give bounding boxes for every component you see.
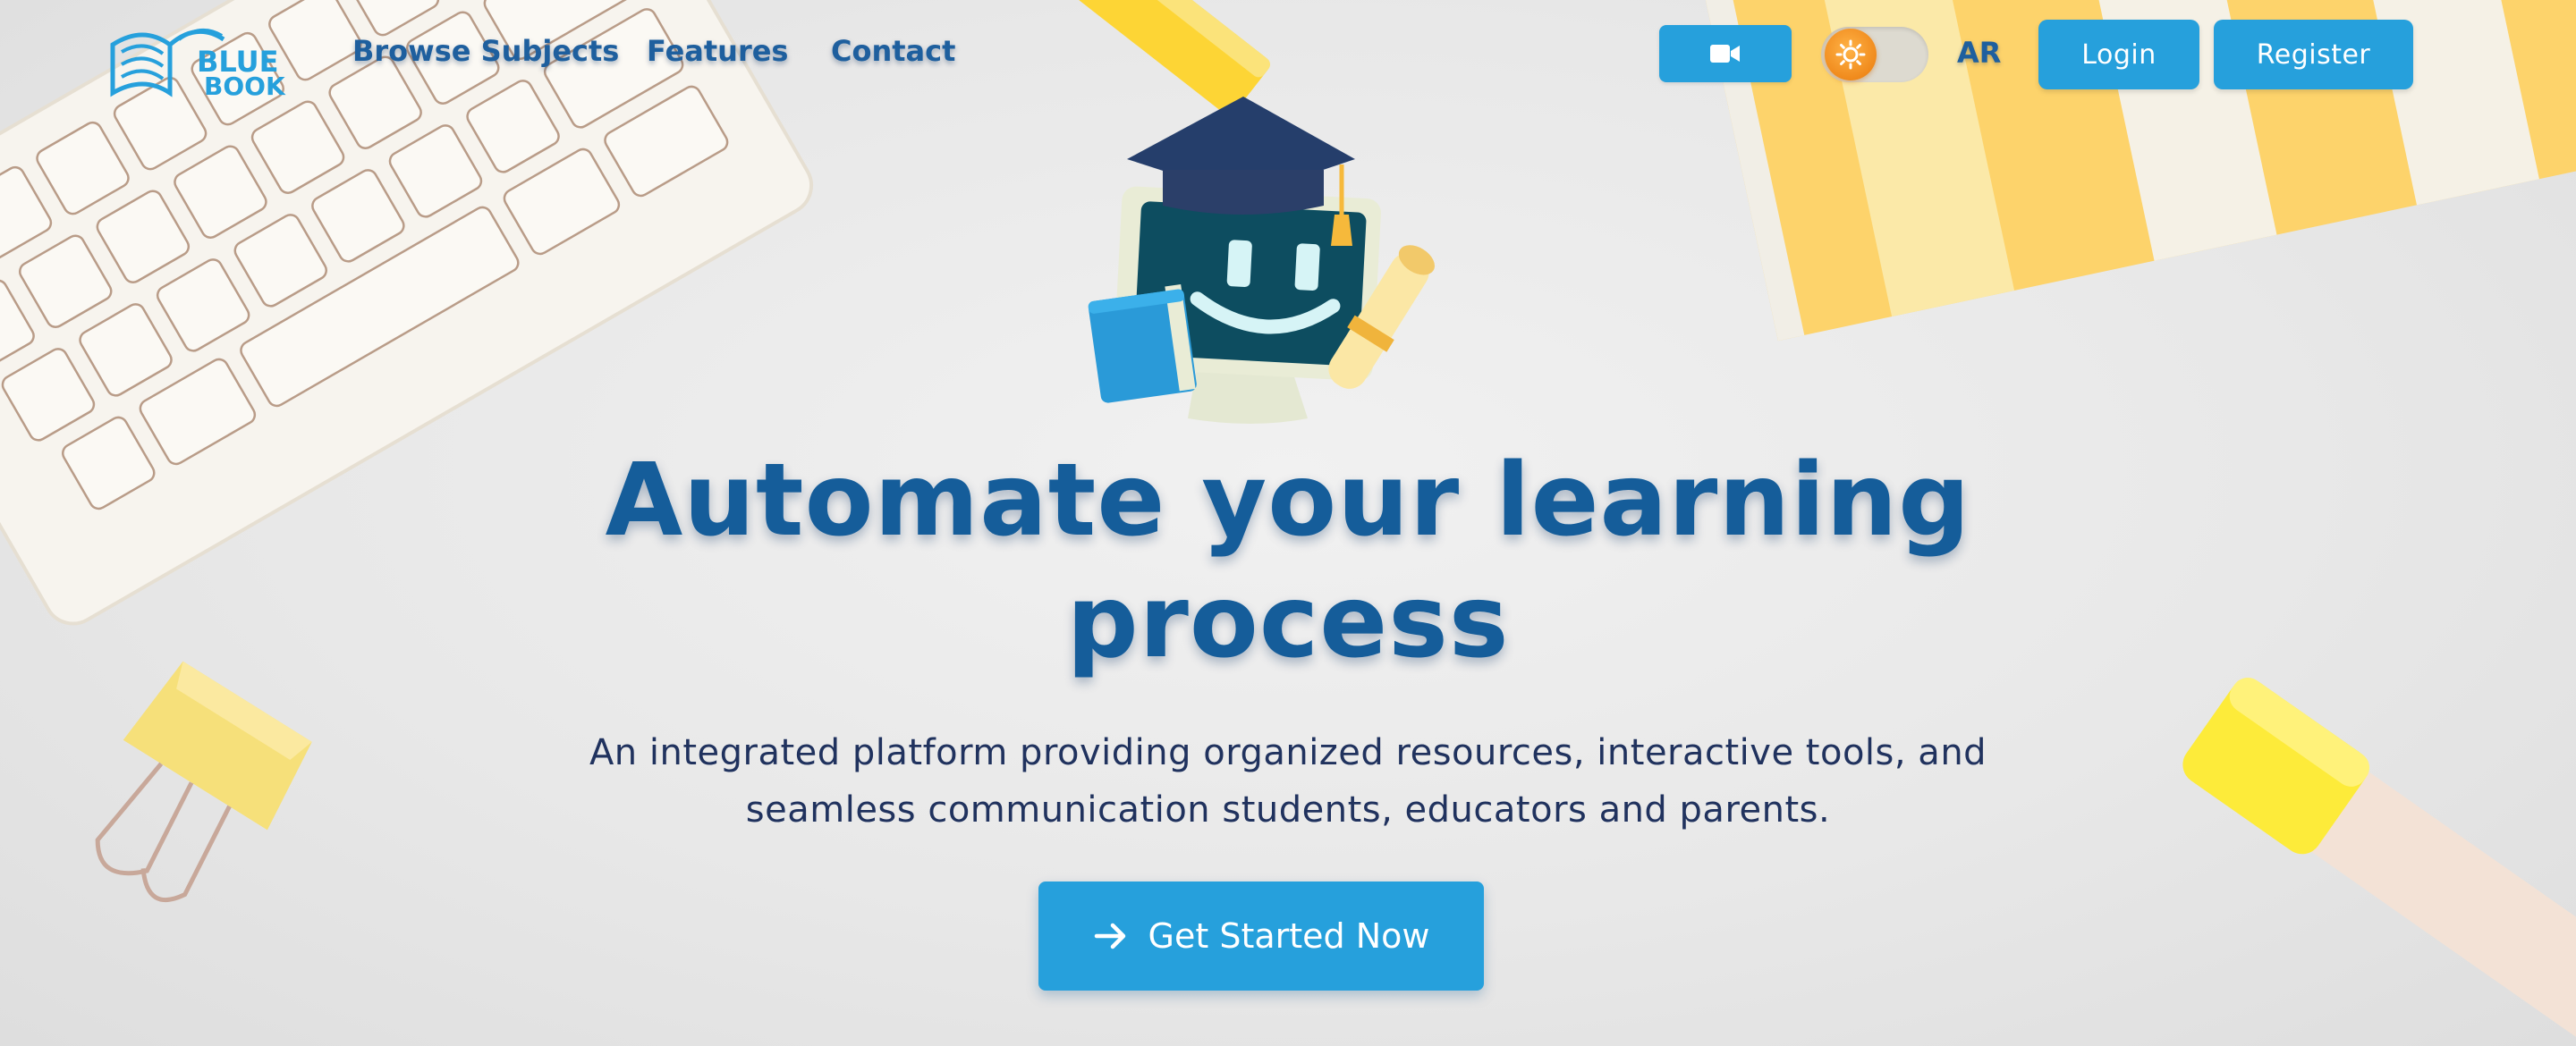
video-button[interactable] <box>1659 25 1792 82</box>
sun-icon <box>1835 39 1866 70</box>
nav-link-features[interactable]: Features <box>647 34 788 68</box>
nav-link-contact[interactable]: Contact <box>831 34 955 68</box>
theme-toggle-knob <box>1825 29 1877 80</box>
highlighter-bottom-decoration <box>2182 677 2576 1041</box>
hero-subtitle: An integrated platform providing organiz… <box>483 724 2093 839</box>
top-navbar: BLUE BOOK Browse Subjects Features Conta… <box>0 0 2576 107</box>
register-button[interactable]: Register <box>2214 20 2413 89</box>
svg-text:BOOK: BOOK <box>204 72 286 98</box>
hero-subtitle-line1: An integrated platform providing organiz… <box>589 732 1987 773</box>
book-illustration <box>1088 284 1197 403</box>
hero-headline: Automate your learning process <box>394 440 2182 683</box>
video-camera-icon <box>1710 45 1740 63</box>
language-switch[interactable]: AR <box>1957 36 2001 70</box>
mascot-illustration <box>1073 89 1449 434</box>
hero-headline-line2: process <box>1066 564 1510 680</box>
get-started-label: Get Started Now <box>1148 916 1430 956</box>
nav-link-browse-subjects[interactable]: Browse Subjects <box>352 34 619 68</box>
binder-clip-decoration <box>95 661 312 903</box>
login-button[interactable]: Login <box>2038 20 2199 89</box>
hero-headline-line1: Automate your learning <box>605 443 1971 559</box>
theme-toggle[interactable] <box>1821 27 1928 82</box>
hero-subtitle-line2: seamless communication students, educato… <box>745 789 1831 831</box>
bluebook-logo[interactable]: BLUE BOOK <box>107 13 295 101</box>
arrow-right-icon <box>1094 923 1125 949</box>
get-started-button[interactable]: Get Started Now <box>1038 882 1484 991</box>
